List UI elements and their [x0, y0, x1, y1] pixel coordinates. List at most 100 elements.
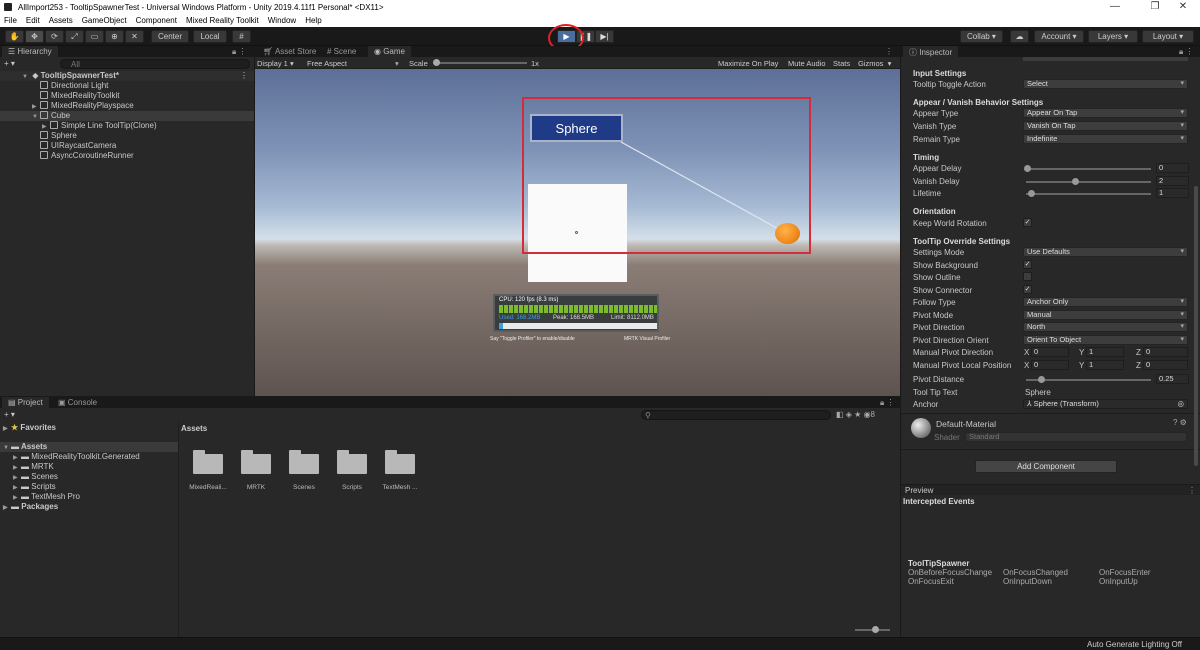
lifetime-knob[interactable] — [1028, 190, 1035, 197]
show-connector-checkbox[interactable]: ✓ — [1023, 285, 1032, 294]
hierarchy-search-input[interactable]: All — [60, 59, 250, 69]
toggle-action-dropdown[interactable]: Select — [1023, 79, 1188, 89]
tooltip-text-field[interactable]: Sphere — [1025, 388, 1051, 397]
manual-pivot-local-x[interactable]: 0 — [1031, 360, 1069, 370]
favorites-item[interactable]: ▶ ★ Favorites — [3, 423, 56, 432]
appear-delay-knob[interactable] — [1024, 165, 1031, 172]
expand-arrow-icon[interactable]: ▼ — [32, 114, 40, 120]
material-help-icon[interactable]: ? ⚙ — [1173, 418, 1187, 427]
follow-type-dropdown[interactable]: Anchor Only — [1023, 297, 1188, 307]
preview-menu-icon[interactable]: ⋮ — [1188, 486, 1196, 495]
manual-pivot-local-y[interactable]: 1 — [1086, 360, 1124, 370]
show-outline-checkbox[interactable] — [1023, 272, 1032, 281]
scene-menu-icon[interactable]: ⋮ — [240, 71, 248, 80]
hierarchy-item[interactable]: ▶ MixedRealityPlayspace — [0, 101, 254, 111]
icon-size-knob[interactable] — [872, 626, 879, 633]
stats-toggle[interactable]: Stats — [833, 59, 850, 68]
lifetime-slider[interactable] — [1026, 190, 1151, 197]
project-tree-item[interactable]: ▶ ▬ Scenes — [13, 472, 58, 481]
hierarchy-item[interactable]: ▼ Cube — [0, 111, 254, 121]
transform-tool-icon[interactable]: ⊕ — [105, 30, 124, 43]
hierarchy-item[interactable]: Sphere — [0, 131, 254, 141]
project-filter-icons[interactable]: ◧ ◈ ★ ◉8 — [836, 410, 875, 419]
gizmos-dropdown[interactable]: Gizmos ▾ — [858, 59, 891, 68]
tab-console[interactable]: ▣ Console — [52, 397, 104, 408]
keep-world-rotation-checkbox[interactable]: ✓ — [1023, 218, 1032, 227]
game-render-view[interactable]: Sphere CPU: 120 fps (8.3 ms) Used: 168.2… — [255, 69, 900, 396]
layout-dropdown[interactable]: Layout ▾ — [1142, 30, 1194, 43]
project-tree-item[interactable]: ▶ ▬ Scripts — [13, 482, 56, 491]
folder-icon[interactable] — [241, 450, 271, 474]
tab-scene[interactable]: # Scene — [321, 46, 363, 57]
vanish-delay-slider[interactable] — [1026, 178, 1151, 185]
project-tree-item[interactable]: ▶ ▬ MRTK — [13, 462, 54, 471]
layers-dropdown[interactable]: Layers ▾ — [1088, 30, 1138, 43]
manual-pivot-dir-y[interactable]: 1 — [1086, 347, 1124, 357]
pivot-direction-dropdown[interactable]: North — [1023, 322, 1188, 332]
pivot-local-toggle[interactable]: Local — [193, 30, 227, 43]
panel-menu-icon[interactable]: ⋮ — [885, 47, 893, 56]
hierarchy-item[interactable]: ▶ Simple Line ToolTip(Clone) — [0, 121, 254, 131]
step-button[interactable]: ▶| — [595, 30, 614, 43]
lock-icon[interactable]: 🔒︎ ⋮ — [232, 47, 246, 57]
scale-slider-knob[interactable] — [433, 59, 440, 66]
pivot-distance-knob[interactable] — [1038, 376, 1045, 383]
tab-game[interactable]: ◉ Game — [368, 46, 411, 57]
lifetime-field[interactable]: 1 — [1156, 188, 1189, 198]
lighting-status[interactable]: Auto Generate Lighting Off — [1087, 640, 1182, 649]
folder-label[interactable]: MixedReali... — [183, 484, 233, 491]
custom-tool-icon[interactable]: ✕ — [125, 30, 144, 43]
appear-type-dropdown[interactable]: Appear On Tap — [1023, 108, 1188, 118]
project-tree-item[interactable]: ▶ ▬ TextMesh Pro — [13, 492, 80, 501]
inspector-menu-icon[interactable]: 🔒︎ ⋮ — [1179, 47, 1193, 57]
anchor-object-field[interactable]: ⅄ Sphere (Transform) ◎ — [1023, 399, 1188, 409]
icon-size-slider[interactable] — [855, 626, 890, 633]
pivot-distance-field[interactable]: 0.25 — [1156, 374, 1189, 384]
menu-component[interactable]: Component — [136, 16, 177, 25]
remain-type-dropdown[interactable]: Indefinite — [1023, 134, 1188, 144]
add-component-button[interactable]: Add Component — [975, 460, 1117, 473]
menu-help[interactable]: Help — [305, 16, 321, 25]
inspector-scrollbar[interactable] — [1194, 186, 1198, 466]
menu-window[interactable]: Window — [268, 16, 296, 25]
hierarchy-item[interactable]: UIRaycastCamera — [0, 141, 254, 151]
menu-edit[interactable]: Edit — [26, 16, 40, 25]
show-background-checkbox[interactable]: ✓ — [1023, 260, 1032, 269]
folder-label[interactable]: MRTK — [231, 484, 281, 491]
collab-dropdown[interactable]: Collab ▾ — [960, 30, 1003, 43]
menu-mixed-reality-toolkit[interactable]: Mixed Reality Toolkit — [186, 16, 259, 25]
object-picker-icon[interactable]: ◎ — [1177, 400, 1184, 408]
scale-slider[interactable] — [433, 59, 527, 66]
hierarchy-item[interactable]: Directional Light — [0, 81, 254, 91]
tab-hierarchy[interactable]: ☰ Hierarchy — [2, 46, 58, 57]
folder-label[interactable]: Scripts — [327, 484, 377, 491]
folder-label[interactable]: Scenes — [279, 484, 329, 491]
expand-arrow-icon[interactable]: ▶ — [32, 103, 40, 110]
maximize-button[interactable]: ❐ — [1140, 1, 1170, 12]
close-button[interactable]: ✕ — [1168, 1, 1198, 12]
vanish-delay-knob[interactable] — [1072, 178, 1079, 185]
pivot-orient-dropdown[interactable]: Orient To Object — [1023, 335, 1188, 345]
mute-audio-toggle[interactable]: Mute Audio — [788, 59, 826, 68]
assets-root-item[interactable]: ▼ ▬ Assets — [0, 442, 178, 452]
hierarchy-item[interactable]: MixedRealityToolkit — [0, 91, 254, 101]
folder-icon[interactable] — [193, 450, 223, 474]
expand-arrow-icon[interactable]: ▶ — [13, 454, 21, 461]
menu-gameobject[interactable]: GameObject — [82, 16, 127, 25]
preview-header[interactable]: Preview ⋮ — [901, 484, 1200, 495]
project-search-input[interactable]: ⚲ — [641, 410, 831, 420]
manual-pivot-local-z[interactable]: 0 — [1143, 360, 1188, 370]
aspect-dropdown[interactable]: Free Aspect — [307, 59, 347, 68]
expand-arrow-icon[interactable]: ▶ — [13, 484, 21, 491]
hierarchy-scene-root[interactable]: ▼ ◆ TooltipSpawnerTest* ⋮ — [0, 71, 254, 81]
folder-icon[interactable] — [385, 450, 415, 474]
display-dropdown[interactable]: Display 1 ▾ — [257, 59, 294, 68]
expand-arrow-icon[interactable]: ▶ — [13, 474, 21, 481]
pivot-center-toggle[interactable]: Center — [151, 30, 189, 43]
create-button[interactable]: + ▾ — [4, 59, 15, 68]
appear-delay-field[interactable]: 0 — [1156, 163, 1189, 173]
project-tree-item[interactable]: ▶ ▬ MixedRealityToolkit.Generated — [13, 452, 140, 461]
scale-tool-icon[interactable]: ⤢ — [65, 30, 84, 43]
hand-tool-icon[interactable]: ✋ — [5, 30, 24, 43]
vanish-delay-field[interactable]: 2 — [1156, 176, 1189, 186]
